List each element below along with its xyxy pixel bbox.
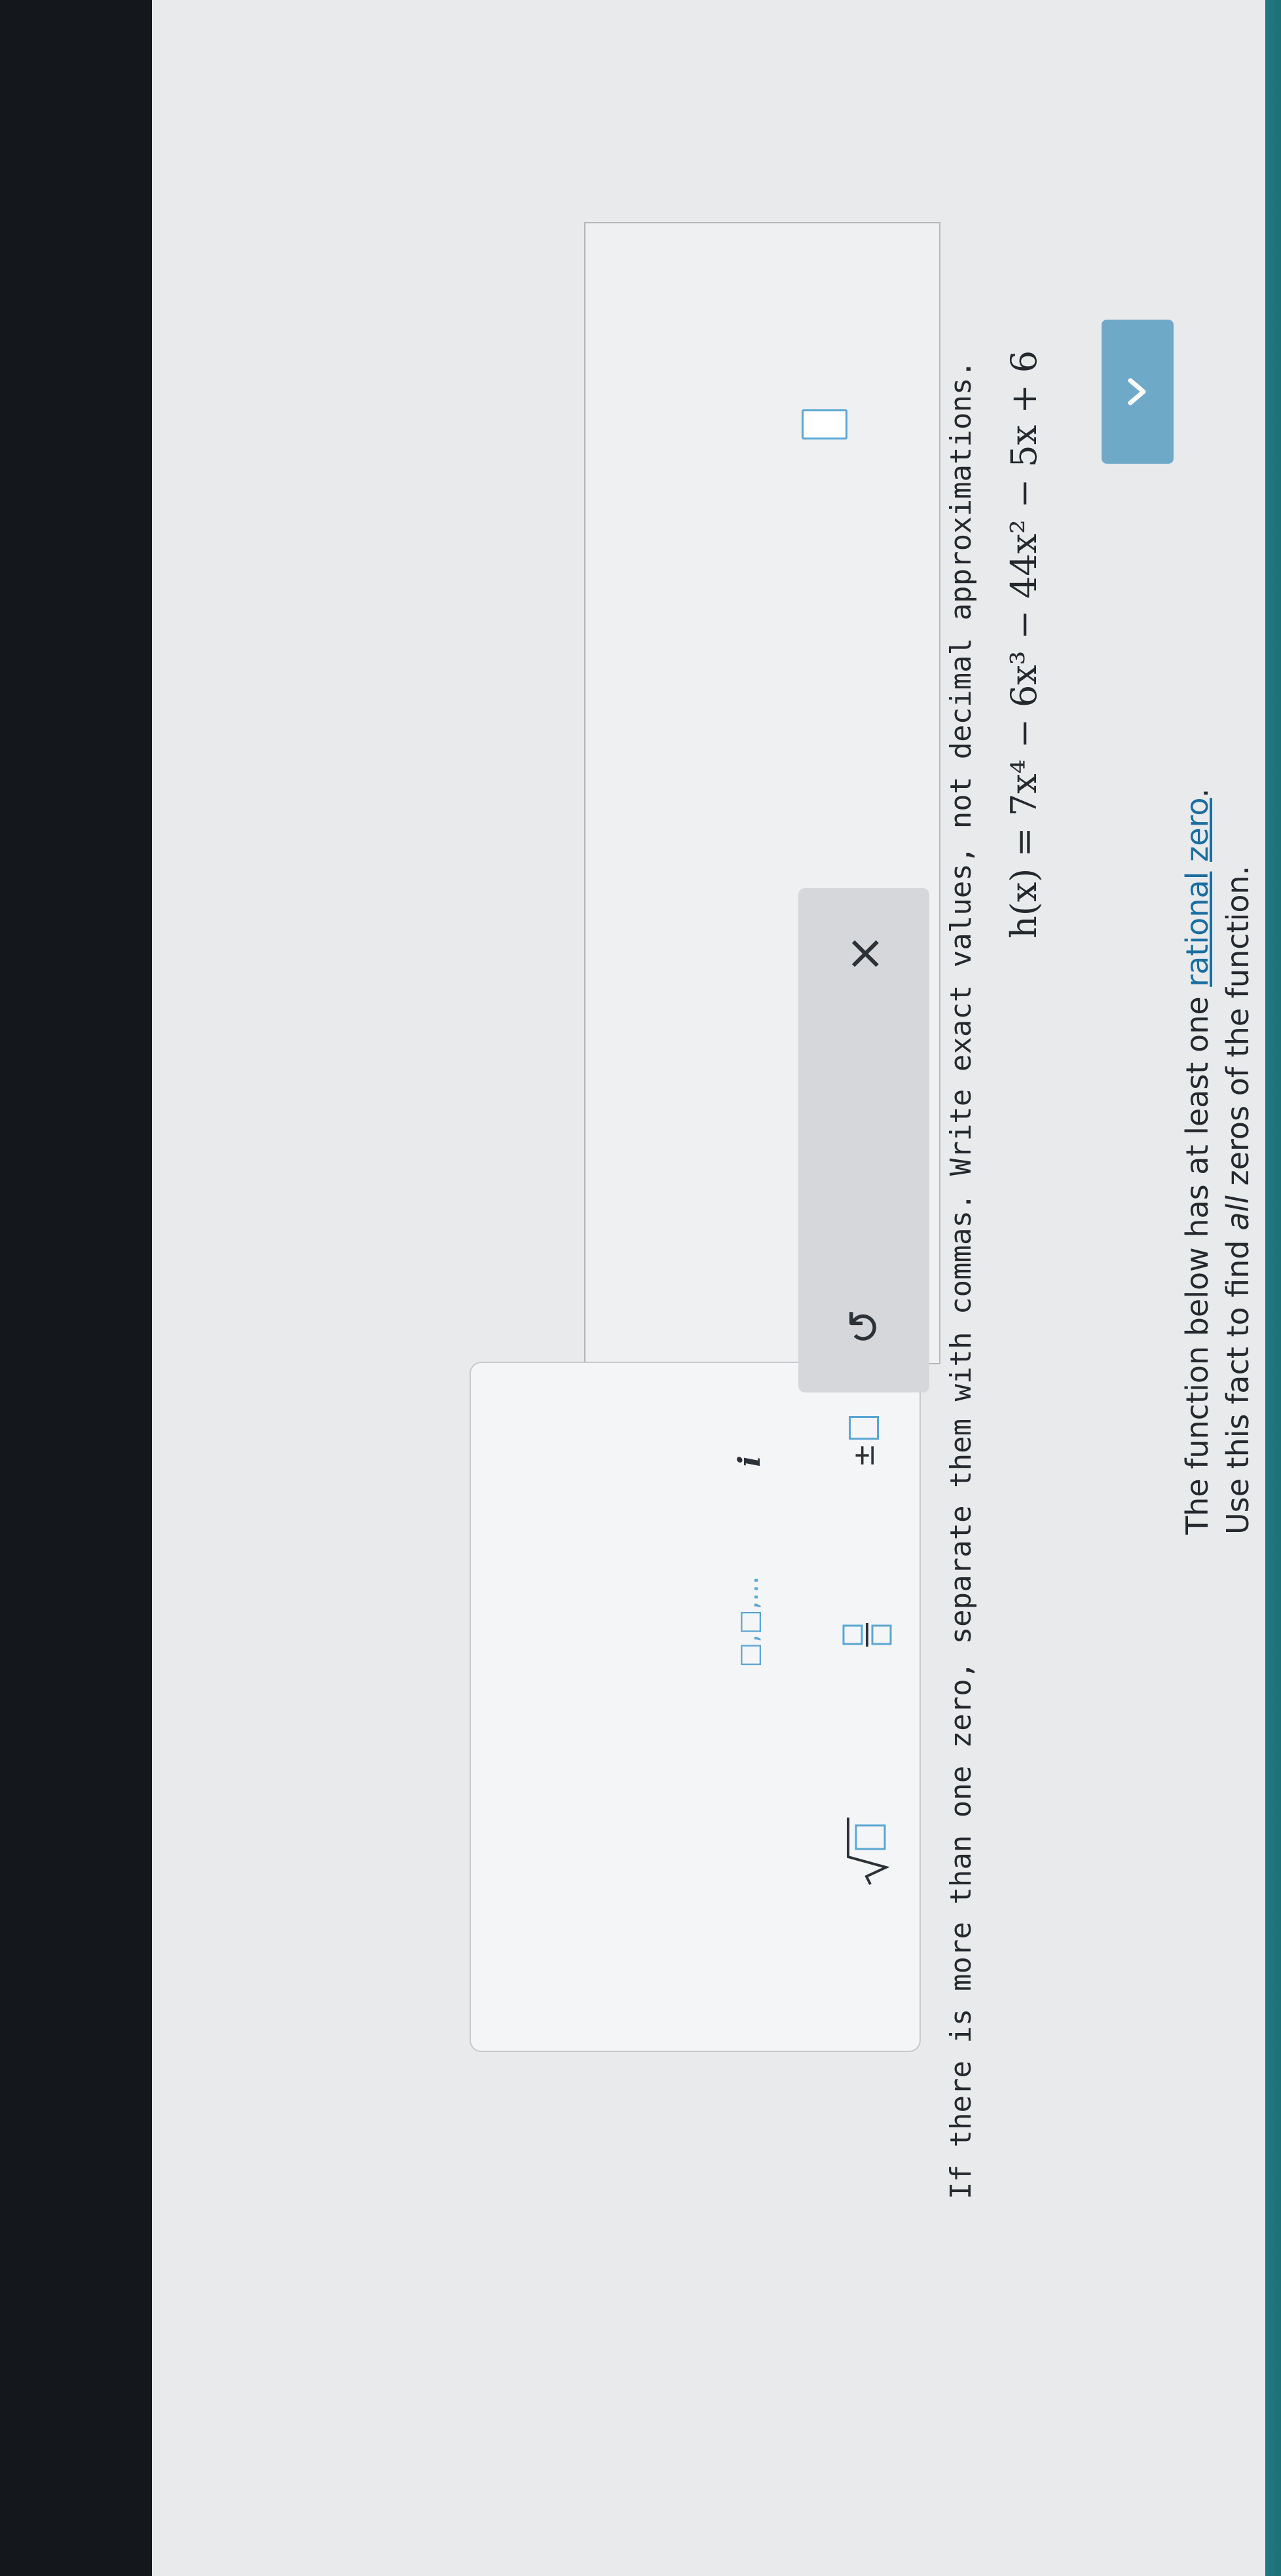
content-canvas: The function below has at least one rati… [152,0,1265,2576]
plus-minus-button[interactable]: ± [838,1392,890,1491]
chevron-down-icon [1128,378,1146,405]
close-icon: × [836,933,891,974]
imaginary-i-label: i [732,1455,767,1467]
square-root-icon [847,1818,890,1885]
action-strip: × ↺ [798,888,929,1392]
answer-cursor-box [802,409,847,439]
question-text: The function below has at least one rati… [1177,356,1258,1535]
clear-button[interactable]: × [825,914,903,993]
collapse-tab[interactable] [1102,320,1174,464]
undo-icon: ↺ [838,1309,889,1345]
question-line-1: The function below has at least one rati… [1179,788,1215,1535]
plus-minus-symbol: ± [847,1443,881,1468]
question-line-2: Use this fact to find all zeros of the f… [1220,865,1255,1535]
math-palette: ± i □,□,... × ↺ [470,888,929,2052]
instruction-text: If there is more than one zero, separate… [944,360,978,2199]
function-equation: h(x) = 7x⁴ − 6x³ − 44x² − 5x + 6 [1003,350,1045,939]
rational-link[interactable]: rational [1179,872,1215,987]
fraction-icon [842,1623,892,1647]
undo-button[interactable]: ↺ [825,1288,903,1366]
imaginary-i-button[interactable]: i [723,1432,775,1491]
fraction-button[interactable] [838,1599,897,1671]
question-page: The function below has at least one rati… [152,0,1265,2576]
square-root-button[interactable] [838,1799,897,1903]
list-button[interactable]: □,□,... [723,1559,775,1684]
placeholder-box-icon [849,1415,879,1440]
list-label: □,□,... [734,1576,764,1668]
zero-link[interactable]: zero [1179,798,1215,862]
